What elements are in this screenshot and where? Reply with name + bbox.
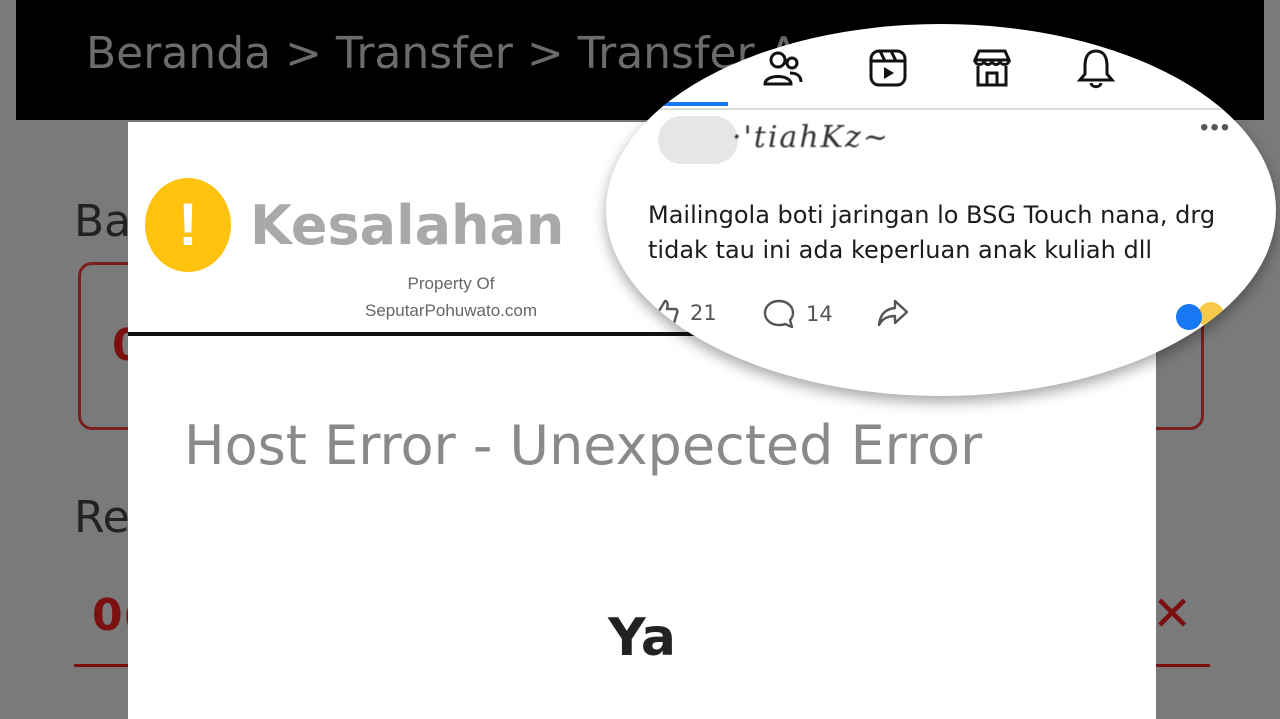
dialog-title: Kesalahan — [250, 194, 565, 257]
facebook-comment-callout: ·'tiahKz~ ••• Mailingola boti jaringan l… — [606, 24, 1276, 396]
comment-actions: 21 14 — [650, 298, 1250, 338]
clear-input-icon[interactable]: ✕ — [1152, 586, 1192, 642]
watermark-line-2: SeputarPohuwato.com — [365, 301, 537, 320]
field-label-partial: Ba — [74, 196, 132, 247]
friends-icon[interactable] — [760, 46, 804, 90]
reels-icon[interactable] — [866, 46, 910, 90]
share-arrow-icon — [877, 299, 909, 327]
thumbs-up-icon — [652, 299, 679, 327]
commenter-name[interactable]: ·'tiahKz~ — [732, 120, 890, 155]
comment-text: Mailingola boti jaringan lo BSG Touch na… — [648, 201, 1216, 264]
like-reaction-icon — [1176, 304, 1202, 330]
like-count: 21 — [690, 301, 717, 325]
exclamation-icon: ! — [145, 178, 231, 272]
comment-bubble-icon — [763, 299, 795, 329]
comment-button[interactable]: 14 — [762, 298, 833, 330]
watermark-line-1: Property Of — [407, 274, 495, 293]
more-options-icon[interactable]: ••• — [1200, 114, 1231, 142]
commenter-avatar[interactable] — [658, 116, 738, 164]
watermark: Property Of SeputarPohuwato.com — [328, 270, 574, 324]
error-message: Host Error - Unexpected Error — [184, 414, 983, 477]
amount-label-partial: Re — [74, 492, 130, 543]
confirm-button[interactable]: Ya — [608, 608, 676, 668]
share-button[interactable] — [876, 298, 910, 328]
comment-count: 14 — [806, 302, 833, 326]
like-button[interactable]: 21 — [650, 298, 717, 328]
notifications-icon[interactable] — [1074, 46, 1118, 90]
marketplace-icon[interactable] — [970, 46, 1014, 90]
facebook-nav-bar — [606, 24, 1276, 110]
nav-active-indicator — [662, 102, 728, 106]
